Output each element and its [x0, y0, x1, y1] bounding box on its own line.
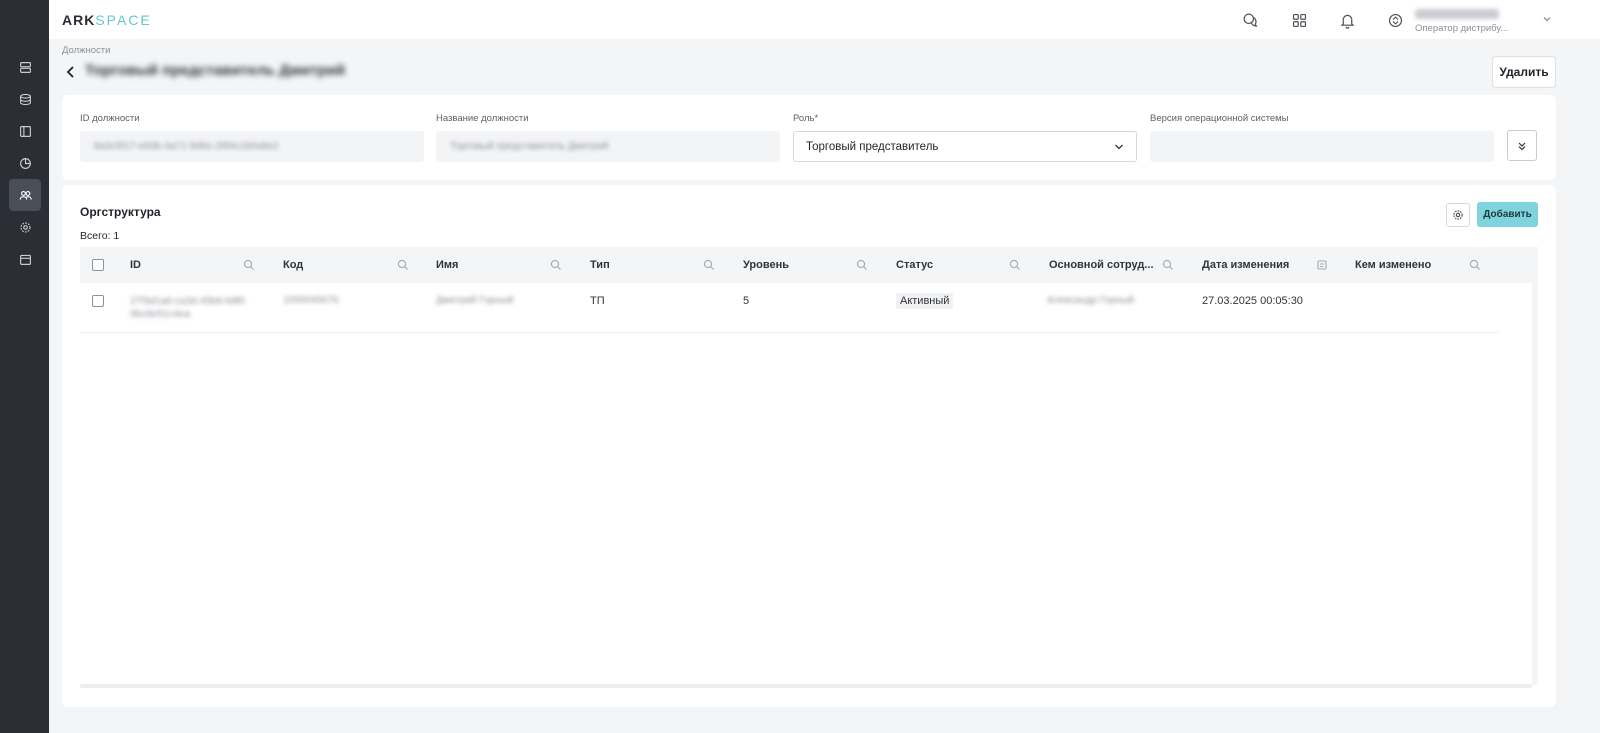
search-icon[interactable] [243, 259, 255, 271]
column-main-employee[interactable]: Основной сотруд... [1049, 247, 1154, 283]
bell-icon [1340, 14, 1354, 29]
pie-chart-icon [19, 157, 31, 169]
expand-button[interactable] [1507, 130, 1537, 161]
user-role: Оператор дистрибу... [1415, 23, 1509, 34]
name-field[interactable]: Торговый представитель Дмитрий [436, 131, 780, 162]
logo-sub-text: SPACE [95, 12, 152, 28]
id-field-label: ID должности [80, 113, 140, 124]
search-icon[interactable] [856, 259, 868, 271]
id-field[interactable]: 8a3c5f17-e93b-4a71-9d6e-28f4c1b0a9e2 [80, 131, 424, 162]
breadcrumb[interactable]: Должности [62, 45, 110, 56]
user-menu[interactable]: Оператор дистрибу... [1415, 6, 1535, 34]
search-icon[interactable] [1469, 259, 1481, 271]
delete-button[interactable]: Удалить [1492, 56, 1556, 88]
os-field-label: Версия операционной системы [1150, 113, 1289, 124]
apps-button[interactable] [1289, 10, 1309, 30]
apps-grid-icon [1292, 13, 1306, 27]
column-id[interactable]: ID [130, 247, 141, 283]
role-field-label: Роль* [793, 113, 819, 124]
date-filter-icon[interactable] [1316, 259, 1328, 271]
add-button[interactable]: Добавить [1477, 202, 1538, 227]
calendar-icon [19, 254, 31, 265]
column-status[interactable]: Статус [896, 247, 933, 283]
column-name[interactable]: Имя [436, 247, 458, 283]
status-badge: Активный [896, 293, 954, 309]
column-modified-by[interactable]: Кем изменено [1355, 247, 1431, 283]
row-type: ТП [590, 295, 605, 307]
chevron-down-icon[interactable] [1542, 14, 1552, 24]
sidebar-item-calendar[interactable] [9, 243, 41, 275]
sidebar [0, 0, 49, 733]
table-header: ID Код Имя Тип Уровень Статус Основной с… [80, 247, 1538, 283]
notifications-button[interactable] [1337, 10, 1357, 30]
os-field[interactable] [1150, 131, 1494, 162]
search-icon[interactable] [1162, 259, 1174, 271]
total-count: Всего: 1 [80, 230, 120, 242]
column-level[interactable]: Уровень [743, 247, 789, 283]
role-select[interactable]: Торговый представитель [793, 131, 1137, 162]
horizontal-scrollbar[interactable] [80, 684, 1532, 688]
users-icon [19, 190, 32, 200]
search-icon[interactable] [550, 259, 562, 271]
search-icon[interactable] [397, 259, 409, 271]
chevron-down-icon [1115, 144, 1123, 150]
name-field-value: Торговый представитель Дмитрий [450, 141, 609, 152]
org-structure-card: Оргструктура Всего: 1 Добавить ID Код Им… [62, 185, 1556, 707]
row-id: 27f3d1a6-ca3d-45b6-b8f0 0bc8e51c4ea [130, 296, 246, 320]
sync-icon [1388, 13, 1402, 27]
app-logo[interactable]: ARKSPACE [62, 12, 152, 28]
name-field-label: Название должности [436, 113, 529, 124]
row-main-employee: Александр Горный [1047, 295, 1134, 306]
table-row[interactable]: 27f3d1a6-ca3d-45b6-b8f0 0bc8e51c4ea 10000… [80, 283, 1498, 333]
sidebar-item-settings[interactable] [9, 211, 41, 243]
row-code: 1000045676 [283, 295, 339, 306]
role-select-value: Торговый представитель [806, 141, 939, 153]
row-name: Дмитрий Горный [436, 295, 514, 306]
topbar: ARKSPACE Оператор дистрибу... [49, 0, 1600, 39]
search-icon[interactable] [703, 259, 715, 271]
select-all-checkbox[interactable] [92, 259, 104, 271]
sidebar-item-users[interactable] [9, 179, 41, 211]
chat-icon [1243, 13, 1258, 27]
logo-main-text: ARK [62, 12, 96, 28]
layout-icon [19, 125, 31, 137]
row-status: Активный [896, 293, 954, 309]
page-title: Торговый представитель Дмитрий [85, 62, 346, 79]
back-arrow-icon[interactable] [64, 65, 78, 79]
column-code[interactable]: Код [283, 247, 303, 283]
column-modified-date[interactable]: Дата изменения [1202, 247, 1289, 283]
sidebar-item-database[interactable] [9, 83, 41, 115]
sidebar-item-layout[interactable] [9, 115, 41, 147]
id-field-value: 8a3c5f17-e93b-4a71-9d6e-28f4c1b0a9e2 [94, 141, 279, 152]
database-icon [19, 93, 31, 105]
search-icon[interactable] [1009, 259, 1021, 271]
row-modified-date: 27.03.2025 00:05:30 [1202, 295, 1303, 307]
column-type[interactable]: Тип [590, 247, 610, 283]
sidebar-item-reports[interactable] [9, 147, 41, 179]
position-form-card: ID должности 8a3c5f17-e93b-4a71-9d6e-28f… [62, 95, 1556, 180]
settings-icon [19, 221, 31, 233]
section-title: Оргструктура [80, 205, 161, 219]
row-checkbox[interactable] [92, 295, 104, 307]
gear-icon [1453, 210, 1463, 220]
table-right-edge [1532, 283, 1538, 685]
sidebar-item-server[interactable] [9, 51, 41, 83]
table-settings-button[interactable] [1446, 203, 1470, 227]
double-chevron-down-icon [1518, 142, 1526, 150]
user-name [1415, 9, 1499, 19]
server-icon [19, 61, 31, 73]
chat-button[interactable] [1240, 10, 1260, 30]
row-level: 5 [743, 295, 750, 307]
sync-button[interactable] [1385, 10, 1405, 30]
